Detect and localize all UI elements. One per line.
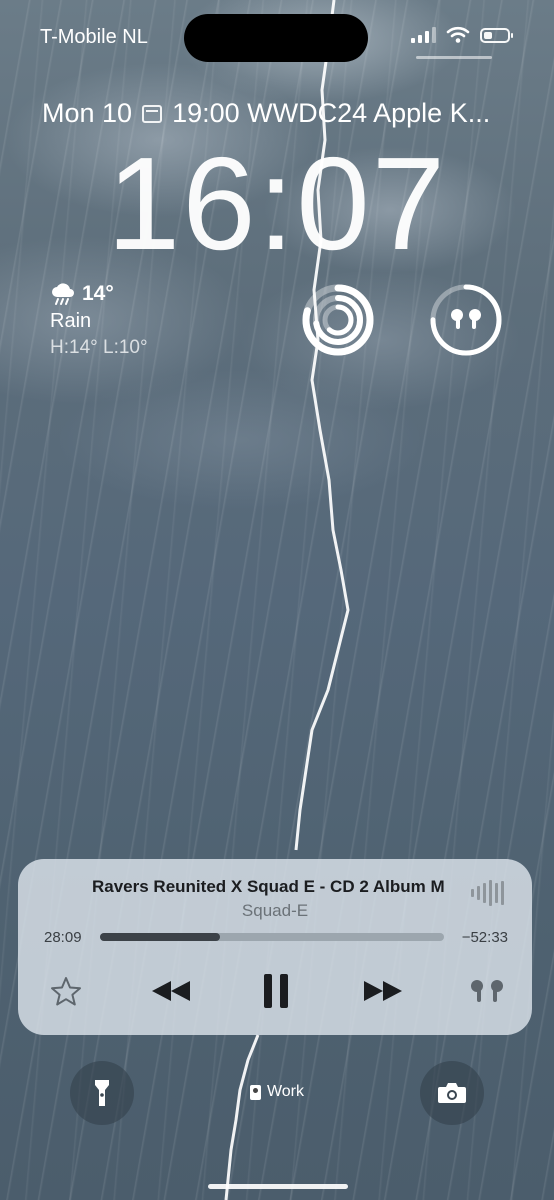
weather-condition: Rain — [50, 310, 92, 332]
battery-icon — [480, 27, 513, 43]
remaining-time: −52:33 — [461, 929, 508, 946]
pause-icon — [264, 974, 288, 1008]
fast-forward-icon — [364, 981, 402, 1001]
carrier-label: T-Mobile NL — [40, 26, 148, 48]
audio-waveform-icon — [471, 879, 504, 907]
weather-widget[interactable]: 14° Rain H:14° L:10° — [50, 282, 148, 359]
date-label: Mon 10 — [42, 98, 133, 128]
track-title[interactable]: Ravers Reunited X Squad E - CD 2 Album M — [92, 877, 464, 897]
track-artist: Squad-E — [241, 901, 309, 920]
lock-clock: 16:07 — [106, 130, 448, 277]
star-icon — [51, 977, 81, 1006]
activity-rings-icon[interactable] — [300, 282, 376, 358]
rewind-button[interactable] — [146, 967, 196, 1015]
airpods-output-icon — [471, 980, 503, 1002]
dynamic-island — [184, 14, 368, 62]
date-event-line[interactable]: Mon 10 19:00 WWDC24 Apple K... — [42, 98, 490, 129]
fast-forward-button[interactable] — [358, 967, 408, 1015]
now-playing-card[interactable]: Ravers Reunited X Squad E - CD 2 Album M… — [18, 859, 532, 1035]
calendar-event-label: 19:00 WWDC24 Apple K... — [172, 98, 491, 128]
favorite-button[interactable] — [46, 967, 86, 1015]
home-indicator[interactable] — [208, 1184, 348, 1189]
weather-high-low: H:14° L:10° — [50, 337, 148, 358]
wifi-icon — [446, 26, 470, 43]
cellular-signal-icon — [411, 27, 436, 43]
airpods-battery-widget[interactable] — [428, 282, 504, 358]
playback-progress-fill — [100, 933, 221, 941]
airpods-icon — [451, 309, 481, 329]
status-icons — [411, 26, 513, 44]
playback-scrubber[interactable] — [100, 933, 444, 941]
camera-icon — [438, 1083, 466, 1103]
cloud-rain-icon — [52, 283, 74, 305]
control-center-indicator — [416, 56, 492, 59]
elapsed-time: 28:09 — [44, 929, 82, 946]
pause-button[interactable] — [256, 967, 296, 1015]
rewind-icon — [152, 981, 190, 1001]
audio-output-button[interactable] — [464, 967, 510, 1015]
focus-mode-label: Work — [266, 1083, 305, 1100]
calendar-icon — [142, 104, 163, 123]
focus-work-icon — [249, 1084, 261, 1100]
weather-temperature: 14° — [82, 282, 114, 305]
camera-button[interactable] — [420, 1061, 484, 1125]
